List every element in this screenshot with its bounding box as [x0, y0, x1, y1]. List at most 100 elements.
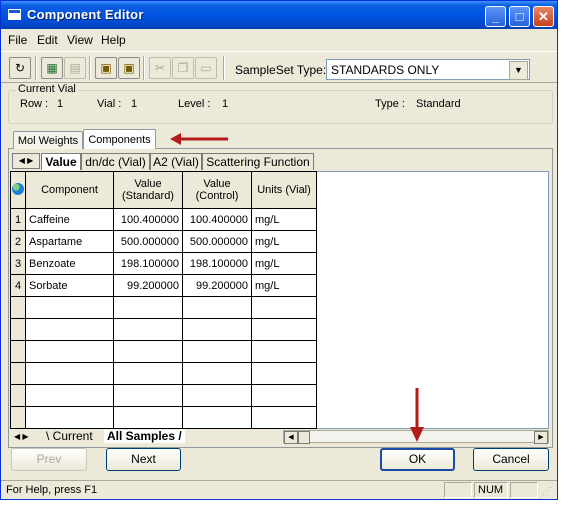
- menu-edit[interactable]: Edit: [37, 33, 58, 47]
- row-number[interactable]: [10, 296, 26, 319]
- cell-value-control[interactable]: 500.000000: [182, 230, 252, 253]
- delete-row-button[interactable]: ▤: [64, 57, 86, 79]
- cell-units[interactable]: [251, 318, 317, 341]
- tab-components[interactable]: Components: [83, 129, 156, 149]
- menu-file[interactable]: File: [8, 33, 27, 47]
- cell-component[interactable]: Aspartame: [25, 230, 114, 253]
- scroll-left-icon[interactable]: ◀: [284, 431, 298, 444]
- copy-button[interactable]: ❐: [172, 57, 194, 79]
- table-row[interactable]: 1 Caffeine 100.400000 100.400000 mg/L: [10, 208, 317, 231]
- cell-value-control[interactable]: 99.200000: [182, 274, 252, 297]
- ok-button[interactable]: OK: [380, 448, 455, 471]
- cell-value-standard[interactable]: 100.400000: [113, 208, 183, 231]
- tab-mol-weights[interactable]: Mol Weights: [13, 131, 83, 149]
- table-row[interactable]: [10, 296, 317, 319]
- row-number[interactable]: [10, 384, 26, 407]
- cell-units[interactable]: [251, 362, 317, 385]
- cell-value-control[interactable]: [182, 296, 252, 319]
- header-component[interactable]: Component: [25, 171, 114, 209]
- cancel-button[interactable]: Cancel: [473, 448, 549, 471]
- sheet-tab-all-samples[interactable]: All Samples /: [104, 430, 185, 443]
- cell-value-control[interactable]: [182, 384, 252, 407]
- header-value-control[interactable]: Value (Control): [182, 171, 252, 209]
- table-row[interactable]: 4 Sorbate 99.200000 99.200000 mg/L: [10, 274, 317, 297]
- row-number[interactable]: [10, 406, 26, 429]
- cell-units[interactable]: mg/L: [251, 274, 317, 297]
- cell-value-control[interactable]: 100.400000: [182, 208, 252, 231]
- cell-value-control[interactable]: [182, 340, 252, 363]
- maximize-button[interactable]: □: [509, 6, 530, 27]
- cell-value-control[interactable]: [182, 362, 252, 385]
- cell-units[interactable]: [251, 384, 317, 407]
- cell-value-standard[interactable]: [113, 318, 183, 341]
- cell-component[interactable]: [25, 296, 114, 319]
- cell-units[interactable]: mg/L: [251, 208, 317, 231]
- cell-value-standard[interactable]: [113, 384, 183, 407]
- copy-component-button[interactable]: ▣: [95, 57, 117, 79]
- sampleset-type-select[interactable]: STANDARDS ONLY ▼: [326, 59, 530, 80]
- cell-units[interactable]: [251, 406, 317, 429]
- cell-component[interactable]: Caffeine: [25, 208, 114, 231]
- tab-value[interactable]: Value: [41, 153, 81, 170]
- menu-view[interactable]: View: [67, 33, 93, 47]
- tab-scroll-buttons[interactable]: ◀ ▶: [12, 153, 40, 169]
- resize-grip-icon[interactable]: ⋰: [542, 486, 552, 497]
- cell-value-standard[interactable]: [113, 362, 183, 385]
- cell-component[interactable]: [25, 318, 114, 341]
- prev-button[interactable]: Prev: [11, 448, 87, 471]
- sheet-nav-icon[interactable]: ◀ ▶: [14, 430, 29, 443]
- next-button[interactable]: Next: [106, 448, 181, 471]
- title-bar[interactable]: Component Editor _ □ ✕: [1, 1, 557, 29]
- chevron-down-icon[interactable]: ▼: [509, 61, 528, 80]
- cell-component[interactable]: [25, 340, 114, 363]
- table-row[interactable]: [10, 340, 317, 363]
- cell-units[interactable]: [251, 340, 317, 363]
- row-number[interactable]: 1: [10, 208, 26, 231]
- insert-row-button[interactable]: ▦: [41, 57, 63, 79]
- chevron-right-icon[interactable]: ▶: [27, 156, 33, 165]
- cell-value-standard[interactable]: [113, 340, 183, 363]
- tab-scattering-function[interactable]: Scattering Function: [202, 153, 314, 170]
- close-button[interactable]: ✕: [533, 6, 554, 27]
- scroll-right-icon[interactable]: ▶: [534, 431, 548, 444]
- row-number[interactable]: [10, 340, 26, 363]
- cut-button[interactable]: ✂: [149, 57, 171, 79]
- row-number[interactable]: [10, 318, 26, 341]
- cell-value-control[interactable]: [182, 406, 252, 429]
- cell-value-standard[interactable]: [113, 296, 183, 319]
- header-value-standard[interactable]: Value (Standard): [113, 171, 183, 209]
- paste-component-button[interactable]: ▣: [118, 57, 140, 79]
- cell-value-standard[interactable]: 198.100000: [113, 252, 183, 275]
- grid-corner[interactable]: [10, 171, 26, 209]
- cell-units[interactable]: mg/L: [251, 252, 317, 275]
- cell-units[interactable]: mg/L: [251, 230, 317, 253]
- cell-value-control[interactable]: [182, 318, 252, 341]
- row-number[interactable]: 2: [10, 230, 26, 253]
- tab-dndc-vial[interactable]: dn/dc (Vial): [81, 153, 150, 170]
- header-units-vial[interactable]: Units (Vial): [251, 171, 317, 209]
- cell-component[interactable]: [25, 384, 114, 407]
- cell-value-standard[interactable]: [113, 406, 183, 429]
- table-row[interactable]: [10, 406, 317, 429]
- cell-component[interactable]: Benzoate: [25, 252, 114, 275]
- menu-help[interactable]: Help: [101, 33, 126, 47]
- tab-a2-vial[interactable]: A2 (Vial): [150, 153, 202, 170]
- refresh-button[interactable]: ↻: [9, 57, 31, 79]
- cell-component[interactable]: [25, 406, 114, 429]
- row-number[interactable]: 3: [10, 252, 26, 275]
- table-row[interactable]: [10, 384, 317, 407]
- cell-component[interactable]: Sorbate: [25, 274, 114, 297]
- minimize-button[interactable]: _: [485, 6, 506, 27]
- scroll-thumb[interactable]: [298, 431, 310, 444]
- cell-component[interactable]: [25, 362, 114, 385]
- sheet-tab-current[interactable]: \ Current: [46, 430, 93, 443]
- table-row[interactable]: 2 Aspartame 500.000000 500.000000 mg/L: [10, 230, 317, 253]
- paste-button[interactable]: ▭: [195, 57, 217, 79]
- table-row[interactable]: [10, 362, 317, 385]
- chevron-left-icon[interactable]: ◀: [19, 156, 25, 165]
- table-row[interactable]: 3 Benzoate 198.100000 198.100000 mg/L: [10, 252, 317, 275]
- table-row[interactable]: [10, 318, 317, 341]
- row-number[interactable]: 4: [10, 274, 26, 297]
- row-number[interactable]: [10, 362, 26, 385]
- cell-value-standard[interactable]: 99.200000: [113, 274, 183, 297]
